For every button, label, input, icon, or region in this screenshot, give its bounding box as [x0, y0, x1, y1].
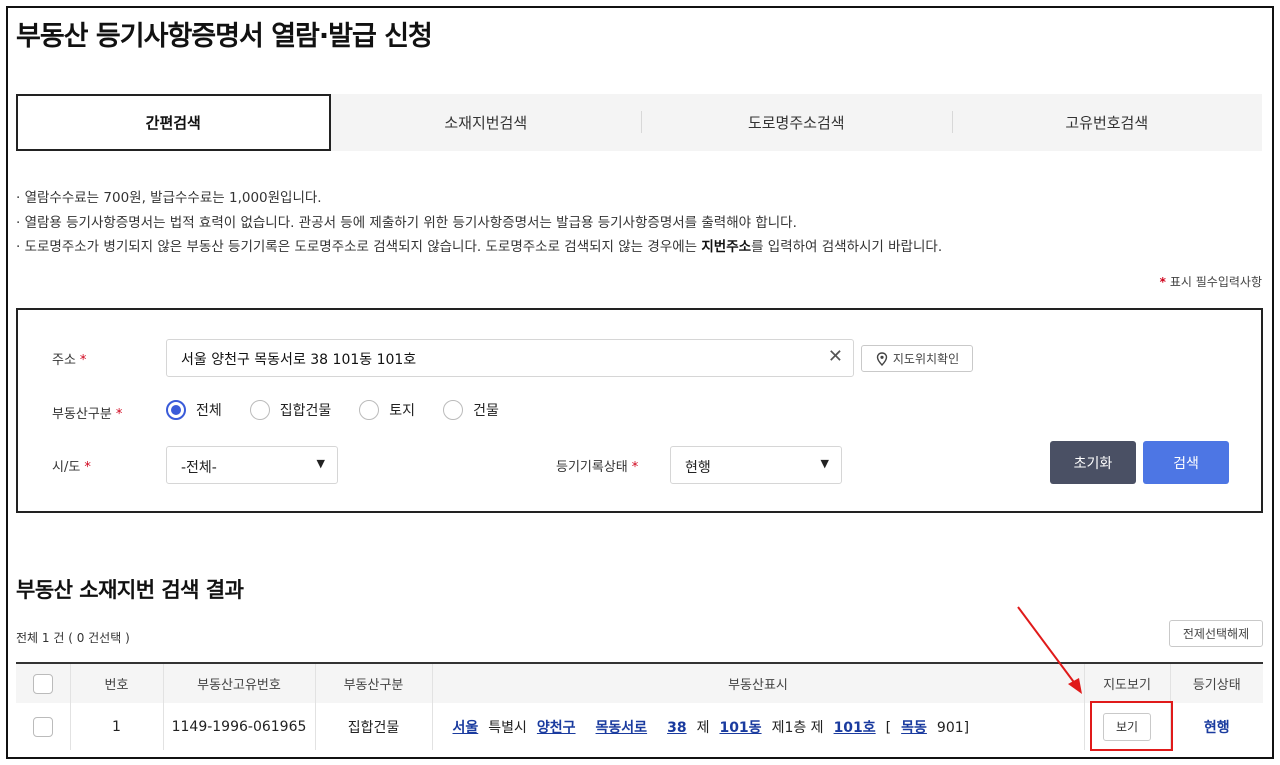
- annotation-arrow-icon: [1017, 606, 1082, 694]
